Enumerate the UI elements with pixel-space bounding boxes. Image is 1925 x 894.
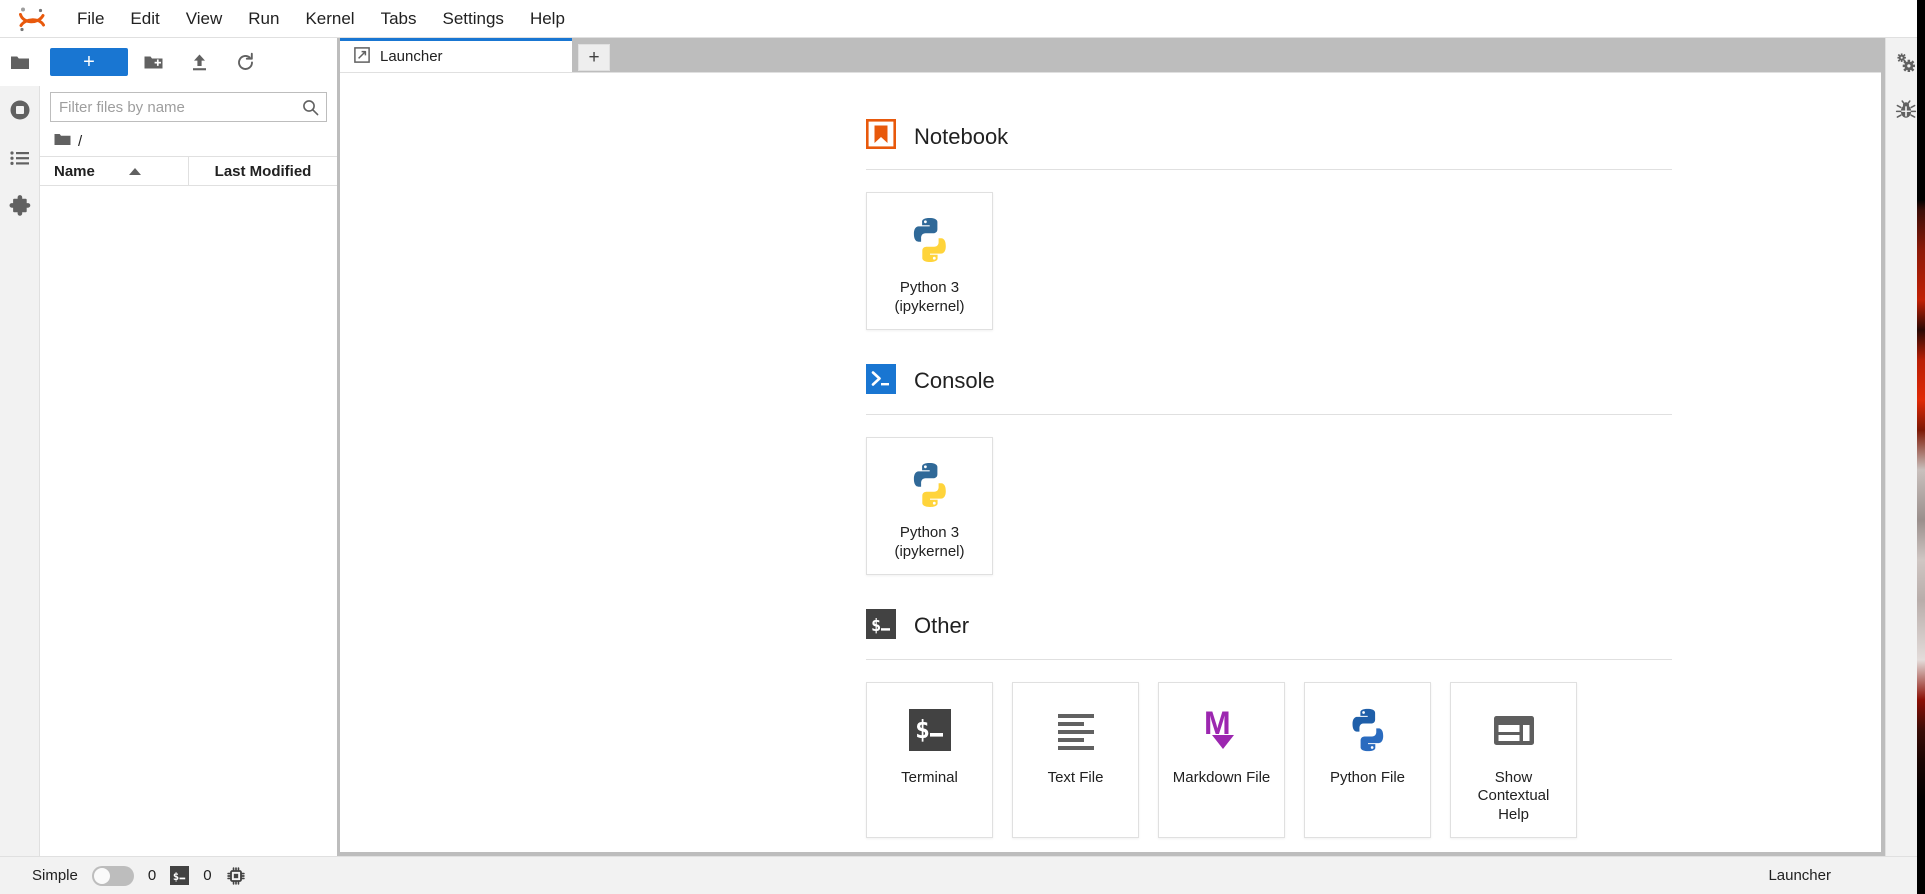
launcher-panel: Notebook [340, 72, 1881, 852]
file-filter[interactable] [50, 92, 327, 122]
screen-edge-artifact [1917, 0, 1925, 894]
menu-help[interactable]: Help [517, 5, 578, 33]
launcher-card-console-python3[interactable]: Python 3 (ipykernel) [866, 437, 993, 575]
launcher-card-label: Python File [1330, 769, 1405, 788]
launcher-section-notebook: Notebook [340, 119, 1881, 364]
new-launcher-button[interactable]: + [50, 48, 128, 76]
launcher-card-markdown-file[interactable]: M Markdown File [1158, 682, 1285, 839]
sidebar-item-table-of-contents[interactable] [0, 134, 40, 182]
refresh-icon[interactable] [224, 47, 266, 77]
simple-mode-toggle[interactable] [92, 866, 134, 886]
file-list-header: Name Last Modified [40, 157, 337, 186]
launcher-section-console: Console [340, 364, 1881, 609]
toggle-knob [94, 868, 110, 884]
simple-mode-label: Simple [32, 867, 78, 884]
launcher-card-terminal[interactable]: $ Terminal [866, 682, 993, 839]
console-prompt-icon [866, 364, 896, 399]
sidebar-item-extension-manager[interactable] [0, 182, 40, 230]
file-filter-wrapper [40, 86, 337, 127]
svg-text:$: $ [173, 871, 179, 883]
breadcrumb[interactable]: / [40, 127, 337, 157]
launcher-card-label: Markdown File [1173, 769, 1271, 788]
terminal-count: 0 [203, 867, 211, 884]
new-tab-label: + [588, 47, 599, 69]
menu-tabs[interactable]: Tabs [368, 5, 430, 33]
python-logo-icon [904, 211, 956, 269]
search-input[interactable] [51, 93, 302, 121]
launcher-content: Notebook [340, 73, 1881, 852]
new-launcher-label: + [83, 52, 95, 72]
section-title-other: Other [914, 613, 969, 639]
notebook-bookmark-icon [866, 119, 896, 154]
svg-text:$: $ [871, 616, 881, 636]
section-header-console: Console [866, 364, 1672, 415]
launcher-card-label: Show Contextual Help [1459, 769, 1568, 826]
menu-settings[interactable]: Settings [430, 5, 517, 33]
launcher-card-show-contextual-help[interactable]: Show Contextual Help [1450, 682, 1577, 839]
terminal-icon: $ [904, 701, 956, 759]
tab-bar: Launcher + [338, 38, 1885, 72]
launcher-card-python-file[interactable]: Python File [1304, 682, 1431, 839]
tab-launcher[interactable]: Launcher [340, 38, 572, 72]
launcher-card-label: Text File [1048, 769, 1104, 788]
launcher-card-text-file[interactable]: Text File [1012, 682, 1139, 839]
column-header-last-modified-label: Last Modified [215, 163, 312, 180]
file-browser-toolbar: + [40, 38, 337, 86]
upload-icon[interactable] [178, 47, 220, 77]
column-header-name[interactable]: Name [40, 157, 189, 185]
left-sidebar [0, 38, 40, 856]
launcher-icon [354, 47, 370, 67]
status-active-item[interactable]: Launcher [1768, 867, 1831, 884]
main-body: + [0, 38, 1925, 856]
dock-panel-wrapper: Notebook [338, 72, 1885, 856]
terminal-icon[interactable]: $ [170, 866, 189, 885]
card-row-other: $ Terminal [866, 660, 1881, 852]
launcher-card-label: Python 3 (ipykernel) [894, 279, 964, 317]
python-logo-icon [904, 456, 956, 514]
main-dock: Launcher + [338, 38, 1885, 856]
status-bar-right: Launcher [1768, 867, 1911, 884]
menu-file[interactable]: File [64, 5, 117, 33]
menu-edit[interactable]: Edit [117, 5, 172, 33]
sidebar-item-file-browser[interactable] [0, 38, 40, 86]
new-tab-button[interactable]: + [578, 44, 610, 71]
breadcrumb-root[interactable]: / [78, 133, 82, 150]
section-header-other: $ Other [866, 609, 1672, 660]
menu-run[interactable]: Run [235, 5, 292, 33]
launcher-section-other: $ Other [340, 609, 1881, 852]
launcher-card-notebook-python3[interactable]: Python 3 (ipykernel) [866, 192, 993, 330]
section-title-notebook: Notebook [914, 124, 1008, 150]
folder-icon [54, 132, 71, 152]
launcher-card-label: Python 3 (ipykernel) [894, 524, 964, 562]
tab-launcher-label: Launcher [380, 48, 443, 65]
file-list[interactable] [40, 186, 337, 856]
sort-ascending-icon [129, 168, 141, 175]
contextual-help-icon [1488, 701, 1540, 759]
card-row-console: Python 3 (ipykernel) [866, 415, 1881, 609]
section-header-notebook: Notebook [866, 119, 1672, 170]
jupyter-logo-icon [14, 5, 50, 33]
status-bar-left: Simple 0 $ 0 [14, 866, 246, 886]
kernel-count: 0 [148, 867, 156, 884]
search-icon [302, 99, 326, 116]
markdown-icon: M [1196, 701, 1248, 759]
sidebar-item-running-kernels[interactable] [0, 86, 40, 134]
menu-bar: File Edit View Run Kernel Tabs Settings … [0, 0, 1925, 38]
python-file-icon [1343, 701, 1393, 759]
menu-kernel[interactable]: Kernel [292, 5, 367, 33]
svg-text:$: $ [915, 715, 930, 744]
jupyterlab-window: File Edit View Run Kernel Tabs Settings … [0, 0, 1925, 894]
menu-view[interactable]: View [173, 5, 236, 33]
card-row-notebook: Python 3 (ipykernel) [866, 170, 1881, 364]
column-header-last-modified[interactable]: Last Modified [189, 157, 337, 185]
file-browser-panel: + [40, 38, 338, 856]
text-file-icon [1050, 701, 1102, 759]
terminal-prompt-icon: $ [866, 609, 896, 644]
status-bar: Simple 0 $ 0 [0, 856, 1925, 894]
kernel-cpu-icon[interactable] [226, 866, 246, 886]
section-title-console: Console [914, 368, 995, 394]
new-folder-icon[interactable] [132, 47, 174, 77]
column-header-name-label: Name [54, 163, 95, 180]
launcher-card-label: Terminal [901, 769, 958, 788]
